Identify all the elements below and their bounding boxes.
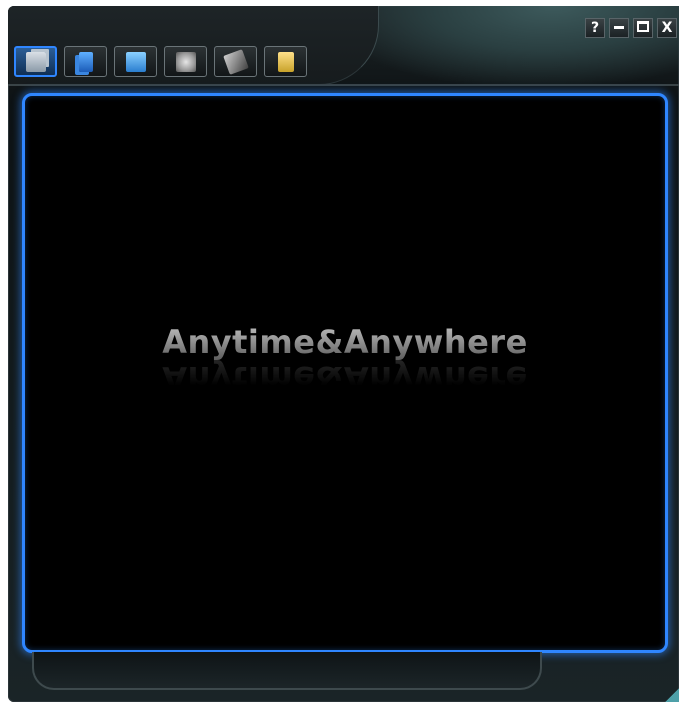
slogan-reflection: Anytime&Anywhere [162,359,528,397]
display-panel: Anytime&Anywhere Anytime&Anywhere [22,93,668,653]
network-button[interactable] [164,46,207,77]
toolbar [14,46,307,77]
minimize-button[interactable] [609,18,629,38]
maximize-button[interactable] [633,18,653,38]
toolbar-divider [8,84,679,86]
pages-button[interactable] [64,46,107,77]
slogan-text: Anytime&Anywhere [25,323,665,361]
pages-icon [78,51,93,72]
minimize-icon [614,25,624,29]
document-viewer-icon [25,51,46,72]
app-window: ? X Anytime&Anywhere Anytime&Anywhere [8,6,679,702]
network-icon [175,51,196,72]
help-button[interactable]: ? [585,18,605,38]
info-icon [277,51,294,72]
folder-icon [125,51,146,72]
maximize-icon [637,21,649,32]
info-button[interactable] [264,46,307,77]
tools-icon [222,48,249,75]
document-viewer-button[interactable] [14,46,57,77]
tools-button[interactable] [214,46,257,77]
resize-grip[interactable] [665,688,679,702]
window-controls: ? X [585,18,677,38]
folder-button[interactable] [114,46,157,77]
close-button[interactable]: X [657,18,677,38]
bottom-tray [32,652,542,690]
